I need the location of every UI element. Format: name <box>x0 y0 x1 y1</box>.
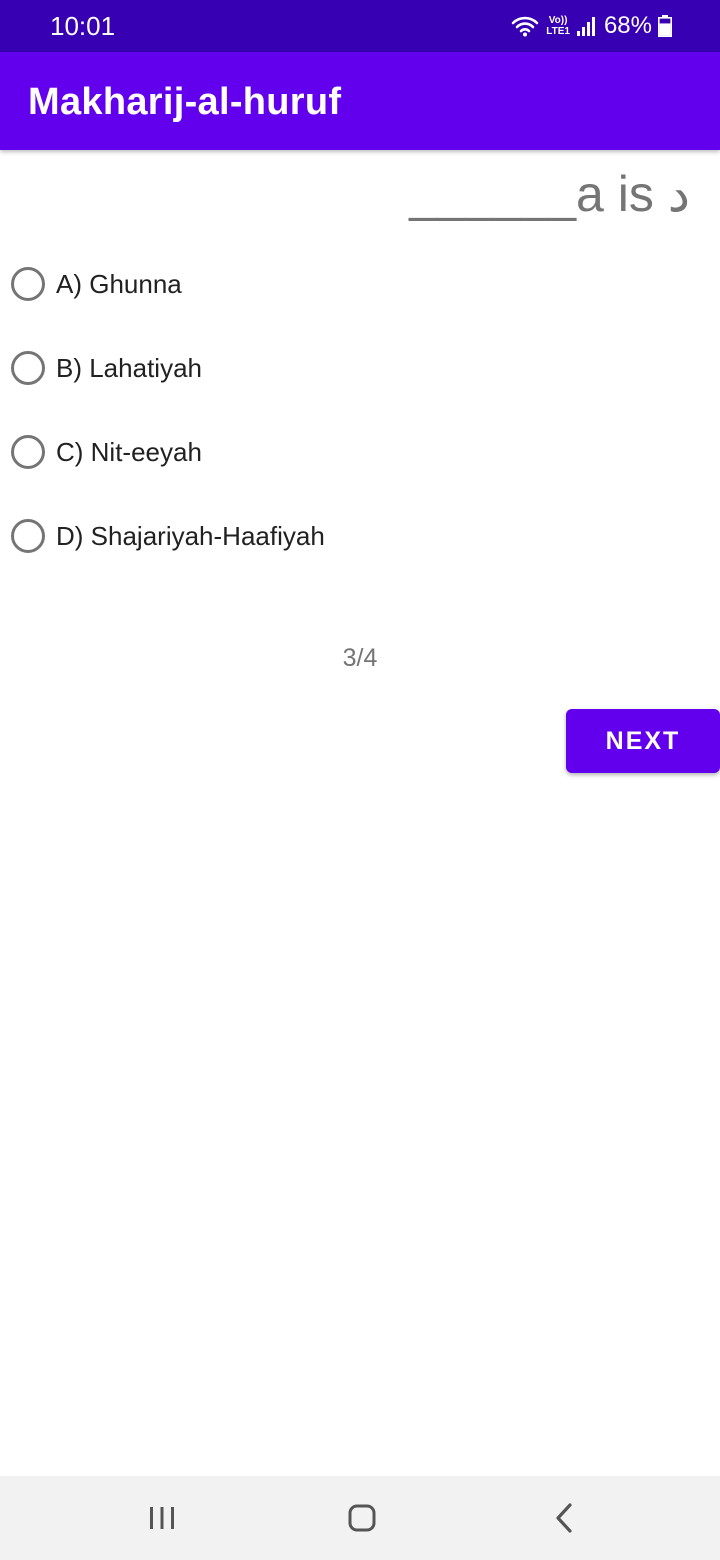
lte-bottom-label: LTE1 <box>546 26 570 37</box>
battery-icon <box>658 15 672 37</box>
wifi-icon <box>511 16 539 37</box>
battery-percent: 68% <box>603 12 652 39</box>
app-bar: Makharij-al-huruf <box>0 52 720 150</box>
question-progress: 3/4 <box>342 644 378 672</box>
option-b-label: B) Lahatiyah <box>56 353 202 383</box>
question-text: ______a is د <box>409 166 690 222</box>
option-c[interactable]: C) Nit-eeyah <box>0 410 720 494</box>
radio-button-c[interactable] <box>11 435 45 469</box>
navigation-bar <box>0 1476 720 1560</box>
recents-icon[interactable] <box>142 1498 182 1538</box>
home-icon[interactable] <box>342 1498 382 1538</box>
signal-icon <box>576 17 595 36</box>
app-title: Makharij-al-huruf <box>28 81 342 123</box>
option-b[interactable]: B) Lahatiyah <box>0 326 720 410</box>
back-icon[interactable] <box>544 1498 584 1538</box>
option-d-label: D) Shajariyah-Haafiyah <box>56 521 325 551</box>
status-time: 10:01 <box>50 11 116 41</box>
status-icons: Vo)) LTE1 68% <box>510 10 672 42</box>
option-c-label: C) Nit-eeyah <box>56 437 202 467</box>
lte-top-label: Vo)) <box>548 15 568 26</box>
next-button[interactable]: NEXT <box>566 709 720 773</box>
radio-button-b[interactable] <box>11 351 45 385</box>
status-bar: 10:01 Vo)) LTE1 68% <box>0 0 720 52</box>
screen: 10:01 Vo)) LTE1 68% Makharij-al-huruf __… <box>0 0 720 1560</box>
radio-button-d[interactable] <box>11 519 45 553</box>
answer-options: A) Ghunna B) Lahatiyah C) Nit-eeyah D) S… <box>0 242 720 578</box>
option-d[interactable]: D) Shajariyah-Haafiyah <box>0 494 720 578</box>
option-a[interactable]: A) Ghunna <box>0 242 720 326</box>
option-a-label: A) Ghunna <box>56 269 182 299</box>
radio-button-a[interactable] <box>11 267 45 301</box>
lte-icon: Vo)) LTE1 <box>546 15 570 37</box>
